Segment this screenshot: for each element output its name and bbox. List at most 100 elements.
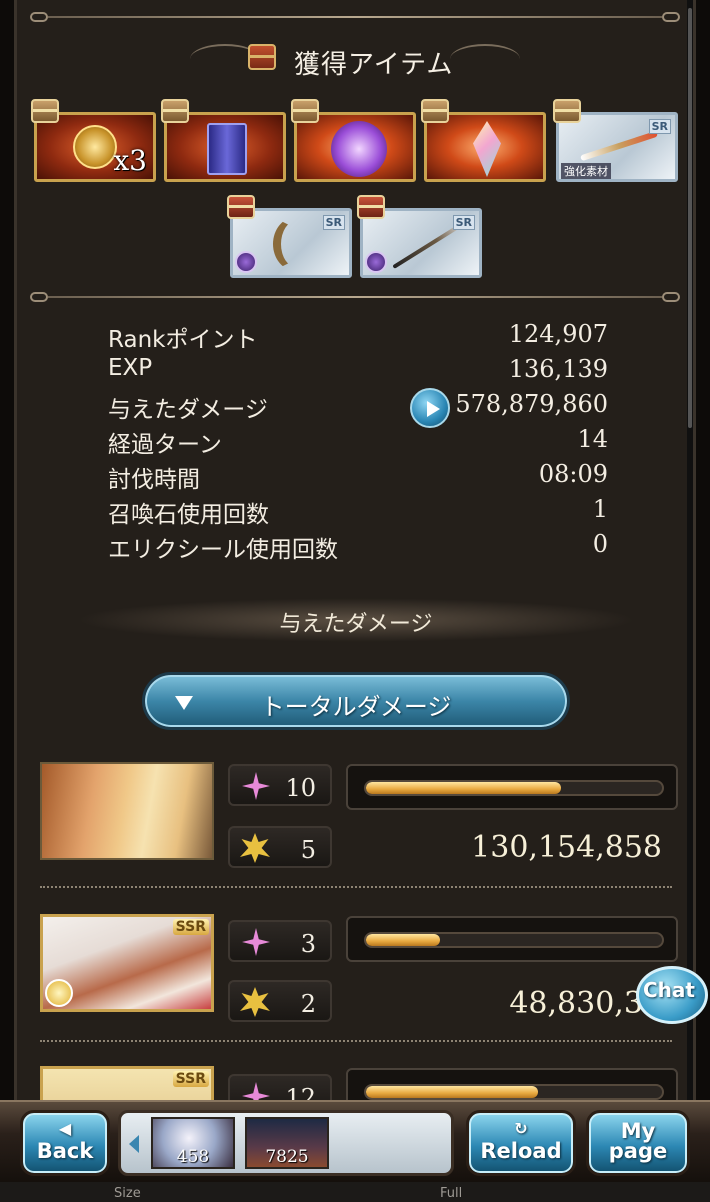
skill-count: 3 <box>300 930 316 958</box>
full-label[interactable]: Full <box>440 1186 462 1201</box>
items-title: 獲得アイテム <box>294 50 454 80</box>
ougi-count: 2 <box>300 990 316 1018</box>
damage-gauge <box>346 916 678 962</box>
skill-count-box: 10 <box>228 764 332 806</box>
row-divider <box>40 886 672 888</box>
dark-element-icon <box>365 251 387 273</box>
stat-damage-dealt: 与えたダメージ 578,879,860 <box>108 388 608 428</box>
blade-icon <box>580 130 658 162</box>
gauge-fill <box>366 1086 538 1098</box>
stat-value: 08:09 <box>538 460 608 488</box>
scrollbar[interactable] <box>687 0 693 1202</box>
item-crescent-blade[interactable]: SR <box>227 195 352 278</box>
divider-ornament <box>30 292 680 302</box>
stat-value: 136,139 <box>508 355 608 383</box>
sr-badge: SR <box>452 215 475 230</box>
chest-icon <box>227 195 255 219</box>
stat-turns: 経過ターン 14 <box>108 425 608 460</box>
damage-section-title: 与えたダメージ <box>279 612 433 637</box>
size-label[interactable]: Size <box>114 1186 141 1201</box>
thumb-number: 7825 <box>265 1147 309 1167</box>
sr-badge: SR <box>648 119 671 134</box>
chest-icon <box>553 99 581 123</box>
mypage-label-line2: page <box>608 1139 668 1163</box>
party-thumb[interactable]: 458 <box>151 1117 235 1169</box>
swirl-right <box>450 44 520 74</box>
item-prism-crystal[interactable] <box>421 99 546 182</box>
ougi-count-box: 2 <box>228 980 332 1022</box>
skill-count-box: 3 <box>228 920 332 962</box>
character-row: 10 5 130,154,858 <box>40 762 680 868</box>
item-purple-orb[interactable] <box>291 99 416 182</box>
item-spear[interactable]: SR <box>357 195 482 278</box>
sparkle-icon <box>242 1082 270 1100</box>
scroll-thumb[interactable] <box>688 8 692 428</box>
light-element-icon <box>45 979 73 1007</box>
stat-value: 578,879,860 <box>455 390 608 418</box>
party-strip[interactable]: 458 7825 <box>118 1110 454 1176</box>
gold-medal-icon <box>73 125 117 169</box>
damage-gauge <box>346 1068 678 1100</box>
character-portrait[interactable]: SSR <box>40 914 214 1012</box>
gauge-fill <box>366 934 440 946</box>
item-gold-medal[interactable]: x3 <box>31 99 156 182</box>
toggle-label: トータルダメージ <box>260 693 452 721</box>
character-portrait[interactable]: SSR <box>40 1066 214 1100</box>
row-divider <box>40 1040 672 1042</box>
party-thumb[interactable]: 7825 <box>245 1117 329 1169</box>
character-portrait[interactable] <box>40 762 214 860</box>
chat-label: Chat <box>643 978 695 1002</box>
gauge-track <box>364 780 664 796</box>
stat-label: 討伐時間 <box>108 467 200 493</box>
mypage-button[interactable]: My page <box>586 1110 690 1176</box>
orb-icon <box>331 121 387 177</box>
skill-count: 10 <box>285 774 316 802</box>
stat-value: 1 <box>592 495 608 523</box>
back-button[interactable]: ◀ Back <box>20 1110 110 1176</box>
sparkle-icon <box>242 928 270 956</box>
stat-clear-time: 討伐時間 08:09 <box>108 460 608 495</box>
stat-rank-points: Rankポイント 124,907 <box>108 320 608 355</box>
item-flame-blade[interactable]: SR 強化素材 <box>553 99 678 182</box>
damage-section-header: 与えたダメージ <box>76 598 636 642</box>
stat-value: 124,907 <box>508 320 608 348</box>
crescent-icon <box>273 217 319 271</box>
enhance-material-label: 強化素材 <box>561 163 611 179</box>
item-blue-tome[interactable] <box>161 99 286 182</box>
stat-label: EXP <box>108 355 153 381</box>
skill-count: 12 <box>285 1084 316 1100</box>
ougi-count: 5 <box>300 836 316 864</box>
stat-summon-uses: 召喚石使用回数 1 <box>108 495 608 530</box>
thumb-number: 458 <box>176 1147 210 1167</box>
burst-icon <box>240 987 270 1017</box>
chest-icon <box>421 99 449 123</box>
reload-icon: ↻ <box>514 1119 528 1138</box>
total-damage-toggle[interactable]: トータルダメージ <box>142 672 570 730</box>
reload-button[interactable]: ↻ Reload <box>466 1110 576 1176</box>
stat-label: 経過ターン <box>108 432 222 458</box>
reload-label: Reload <box>480 1139 562 1163</box>
gauge-track <box>364 1084 664 1100</box>
character-row: SSR 3 2 48,830,34 <box>40 914 680 1022</box>
damage-gauge <box>346 764 678 810</box>
battle-stats: Rankポイント 124,907 EXP 136,139 与えたダメージ 578… <box>108 320 608 565</box>
crystal-icon <box>473 121 501 177</box>
back-label: Back <box>36 1139 94 1163</box>
chat-button[interactable]: Chat <box>636 966 708 1024</box>
gauge-track <box>364 932 664 948</box>
stat-label: エリクシール使用回数 <box>108 537 338 563</box>
item-count: x3 <box>113 144 147 177</box>
stat-value: 0 <box>592 530 608 558</box>
stat-elixir-uses: エリクシール使用回数 0 <box>108 530 608 565</box>
bottom-nav: ◀ Back 458 7825 ↻ Reload My page <box>0 1100 710 1182</box>
stat-label: Rankポイント <box>108 327 258 353</box>
sr-badge: SR <box>322 215 345 230</box>
gauge-fill <box>366 782 562 794</box>
chest-icon <box>161 99 189 123</box>
play-icon[interactable] <box>410 388 450 428</box>
stat-label: 与えたダメージ <box>108 397 268 423</box>
items-header: 獲得アイテム <box>190 38 520 82</box>
burst-icon <box>240 833 270 863</box>
strip-left-arrow-icon[interactable] <box>129 1135 139 1153</box>
treasure-chest-icon <box>248 44 276 70</box>
